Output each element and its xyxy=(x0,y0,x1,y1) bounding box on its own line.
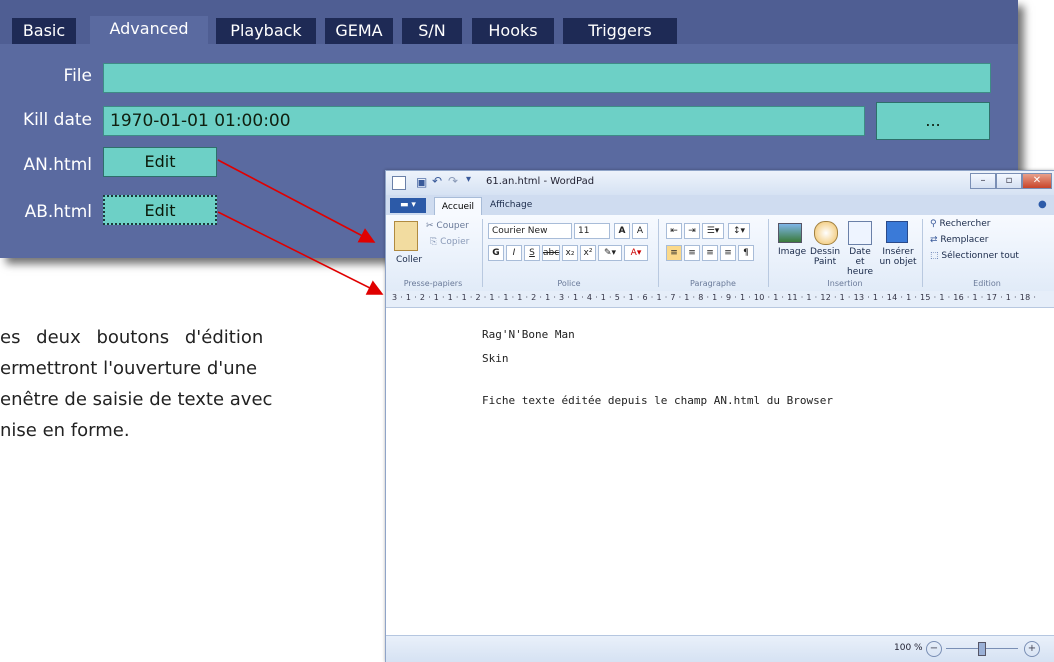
annotation-arrows xyxy=(217,159,384,295)
arrow-an-to-wordpad xyxy=(217,159,376,243)
arrow-ab-to-wordpad xyxy=(217,211,384,295)
